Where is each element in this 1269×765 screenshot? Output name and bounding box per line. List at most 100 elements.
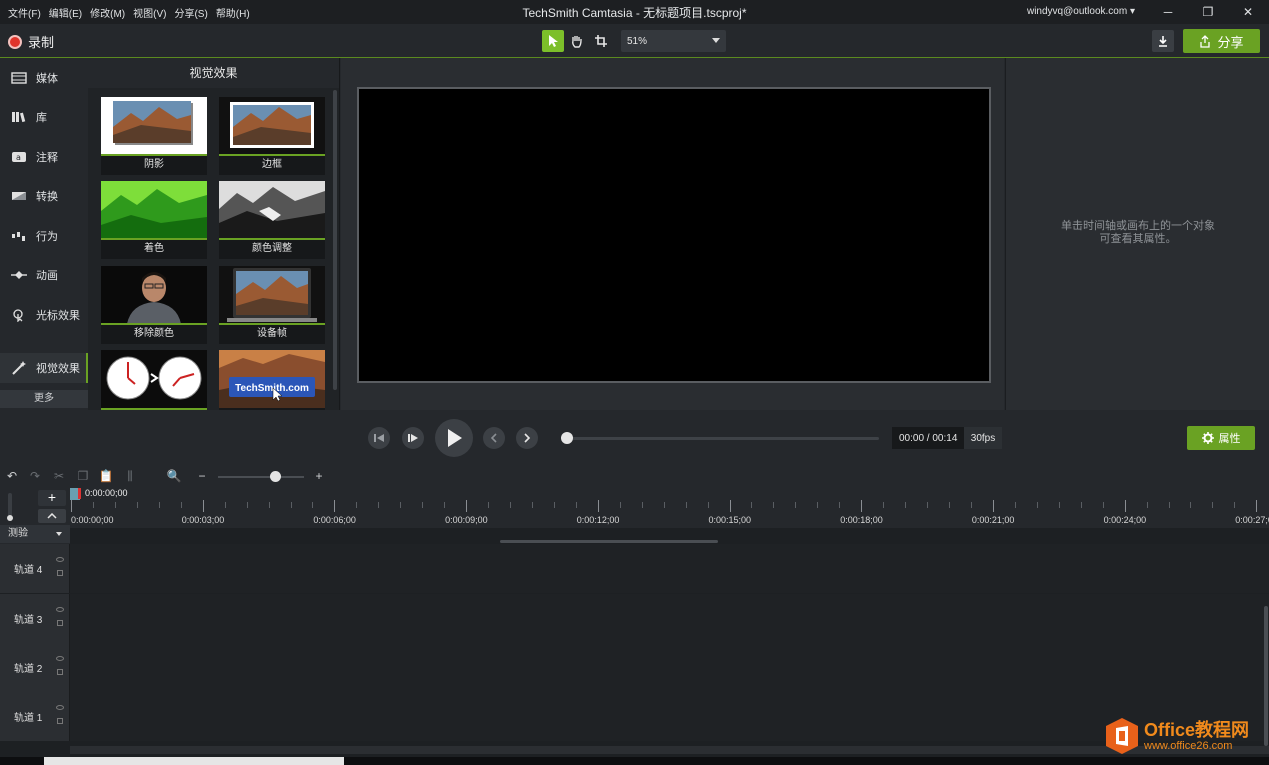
sidebar-item-animations[interactable]: 动画 — [0, 260, 88, 290]
track-lane[interactable] — [70, 594, 1269, 643]
taskbar-item[interactable] — [44, 757, 344, 765]
eye-icon[interactable] — [56, 607, 64, 612]
properties-button[interactable]: 属性 — [1187, 426, 1255, 450]
redo-button[interactable]: ↷ — [27, 469, 43, 483]
share-button[interactable]: 分享 — [1183, 29, 1260, 53]
plus-icon: + — [315, 469, 323, 483]
canvas-area — [341, 58, 1004, 410]
download-button[interactable] — [1152, 30, 1174, 52]
sidebar-item-label: 光标效果 — [36, 310, 80, 322]
time-ruler[interactable]: 0:00:00;00 0:00:00;00 0:00:03;00 0:00:06;0… — [70, 488, 1269, 528]
sidebar-item-library[interactable]: 库 — [0, 102, 88, 132]
timeline-horizontal-scrollbar[interactable] — [70, 746, 1269, 754]
timeline-zoom-slider[interactable] — [218, 471, 304, 482]
effect-tile-colorize[interactable]: 着色 — [101, 181, 207, 259]
track-height-slider[interactable] — [7, 493, 13, 521]
undo-button[interactable]: ↶ — [4, 469, 20, 483]
sidebar-item-transitions[interactable]: 转换 — [0, 181, 88, 211]
library-icon — [10, 110, 28, 124]
lock-icon[interactable] — [57, 620, 63, 626]
cut-button[interactable]: ✂ — [51, 469, 67, 483]
close-icon: ✕ — [1242, 5, 1254, 19]
effect-tile-border[interactable]: 边框 — [219, 97, 325, 175]
previous-marker-button[interactable] — [483, 427, 505, 449]
effect-tile-color-adjust[interactable]: 颜色调整 — [219, 181, 325, 259]
lock-icon[interactable] — [57, 718, 63, 724]
zoom-out-button[interactable]: − — [194, 469, 210, 483]
ruler-scrollbar[interactable] — [500, 540, 718, 543]
effect-tile-interactive-hotspot[interactable]: TechSmith.com — [219, 350, 325, 410]
close-button[interactable]: ✕ — [1228, 0, 1268, 24]
effect-tile-device-frame[interactable]: 设备帧 — [219, 266, 325, 344]
properties-panel: 单击时间轴或画布上的一个对象 可查看其属性。 — [1005, 58, 1269, 410]
eye-icon[interactable] — [56, 705, 64, 710]
effect-tile-shadow[interactable]: 阴影 — [101, 97, 207, 175]
effect-thumbnail — [101, 181, 207, 239]
play-button[interactable] — [435, 419, 473, 457]
menu-file[interactable]: 文件(F) — [4, 5, 45, 20]
zoom-dropdown[interactable]: 51% — [621, 30, 726, 52]
split-button[interactable]: ⫼ — [122, 469, 138, 483]
track-header[interactable]: 轨道 2 — [0, 643, 70, 692]
track-header[interactable]: 轨道 4 — [0, 544, 70, 593]
menu-view[interactable]: 视图(V) — [129, 5, 170, 20]
eye-icon[interactable] — [56, 656, 64, 661]
track-name: 轨道 2 — [14, 664, 43, 675]
copy-button[interactable]: ❐ — [75, 469, 91, 483]
track-lane[interactable] — [70, 643, 1269, 692]
track-lane[interactable] — [70, 544, 1269, 593]
effect-tile-clip-speed[interactable] — [101, 350, 207, 410]
track-header[interactable]: 轨道 3 — [0, 594, 70, 643]
add-track-button[interactable]: + — [38, 490, 66, 506]
panel-scrollbar[interactable] — [333, 90, 337, 390]
paste-button[interactable]: 📋 — [98, 469, 114, 483]
effect-label: 阴影 — [144, 159, 164, 170]
effect-tile-remove-color[interactable]: 移除颜色 — [101, 266, 207, 344]
seek-bar[interactable] — [561, 432, 879, 444]
collapse-button[interactable] — [38, 509, 66, 523]
sidebar-item-media[interactable]: 媒体 — [0, 63, 88, 93]
lock-icon[interactable] — [57, 669, 63, 675]
seek-knob[interactable] — [561, 432, 573, 444]
menu-share[interactable]: 分享(S) — [170, 5, 211, 20]
ruler-tick — [839, 502, 841, 508]
preview-canvas[interactable] — [357, 87, 991, 383]
sidebar-item-visual-effects[interactable]: 视觉效果 — [0, 353, 88, 383]
sidebar-item-label: 行为 — [36, 231, 58, 243]
step-forward-button[interactable] — [402, 427, 424, 449]
slider-knob[interactable] — [7, 515, 13, 521]
sidebar-item-cursor-effects[interactable]: 光标效果 — [0, 300, 88, 330]
pan-tool-button[interactable] — [566, 30, 588, 52]
sidebar-item-behaviors[interactable]: 行为 — [0, 221, 88, 251]
record-button[interactable]: 录制 — [8, 32, 54, 51]
eye-icon[interactable] — [56, 557, 64, 562]
quiz-dropdown[interactable]: 测验 — [0, 525, 70, 543]
menu-help[interactable]: 帮助(H) — [212, 5, 254, 20]
menu-modify[interactable]: 修改(M) — [86, 5, 129, 20]
select-tool-button[interactable] — [542, 30, 564, 52]
cursor-effect-icon — [10, 308, 28, 322]
share-icon — [1200, 34, 1211, 48]
account-menu[interactable]: windyvq@outlook.com ▾ — [1027, 6, 1135, 17]
track-lane[interactable] — [70, 692, 1269, 741]
crop-tool-button[interactable] — [590, 30, 612, 52]
zoom-slider-knob[interactable] — [270, 471, 281, 482]
playback-controls: 00:00 / 00:14 30fps 属性 — [0, 410, 1269, 465]
lock-icon[interactable] — [57, 570, 63, 576]
step-back-button[interactable] — [368, 427, 390, 449]
sidebar-item-label: 动画 — [36, 270, 58, 282]
minimize-button[interactable]: ─ — [1148, 0, 1188, 24]
next-marker-button[interactable] — [516, 427, 538, 449]
zoom-in-button[interactable]: + — [311, 469, 327, 483]
track-1: 轨道 1 — [0, 692, 1269, 741]
sidebar-item-annotations[interactable]: a 注释 — [0, 142, 88, 172]
restore-button[interactable]: ❐ — [1188, 0, 1228, 24]
chevron-down-icon — [56, 532, 62, 536]
track-header[interactable]: 轨道 1 — [0, 692, 70, 741]
menu-edit[interactable]: 编辑(E) — [45, 5, 86, 20]
title-bar: 文件(F) 编辑(E) 修改(M) 视图(V) 分享(S) 帮助(H) Tech… — [0, 0, 1269, 24]
effect-thumbnail — [219, 266, 325, 324]
zoom-fit-button[interactable]: 🔍 — [166, 469, 182, 483]
more-button[interactable]: 更多 — [0, 390, 88, 408]
zoom-value: 51% — [627, 35, 648, 47]
